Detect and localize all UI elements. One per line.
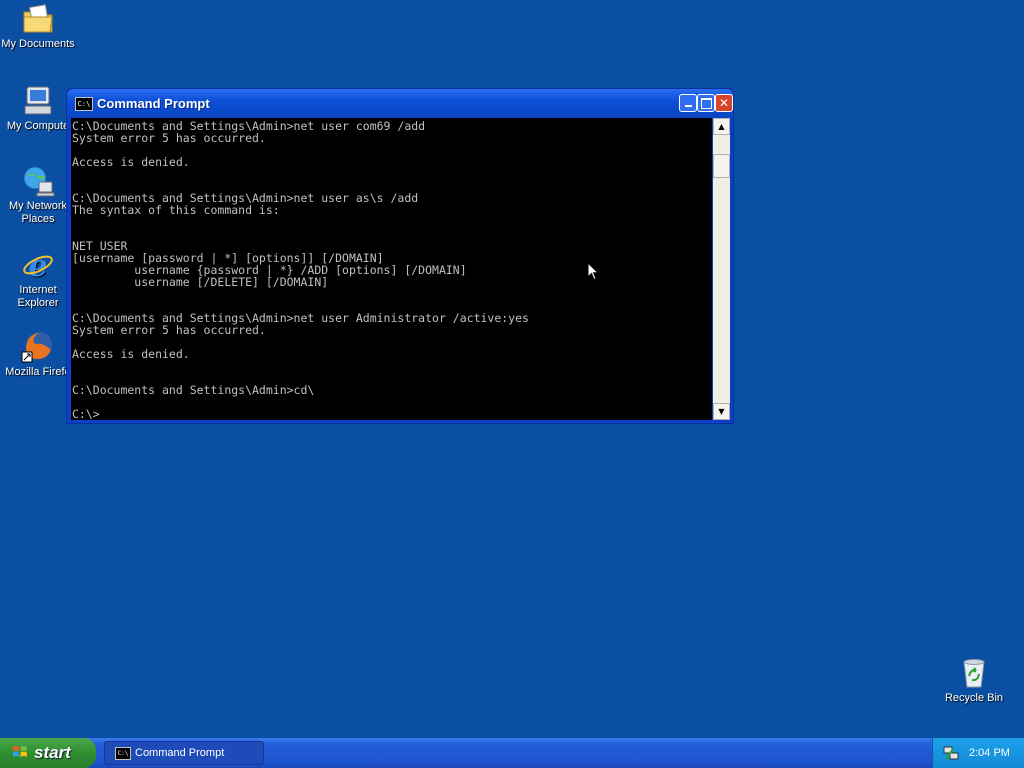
windows-flag-icon [13,746,27,757]
close-icon: ✕ [718,96,730,110]
console-line: C:\> [72,407,100,420]
vertical-scrollbar[interactable]: ▲ ▼ [713,118,730,420]
console-line: The syntax of this command is: [72,203,280,217]
scroll-up-button[interactable]: ▲ [713,118,730,135]
desktop-icon-my-computer[interactable]: My Compute [0,84,76,133]
folder-documents-icon [23,4,53,33]
start-button[interactable]: start [0,738,96,768]
console-line: System error 5 has occurred. [72,131,266,145]
title-bar[interactable]: C:\ Command Prompt ✕ [67,89,733,118]
console-line: username [/DELETE] [/DOMAIN] [72,275,329,289]
desktop-icon-label: My Compute [6,120,70,132]
desktop-icon-label: Internet Explorer [17,284,59,309]
my-computer-icon [24,86,52,115]
window-title: Command Prompt [97,96,210,111]
network-status-icon[interactable] [943,745,959,761]
down-arrow-icon: ▼ [718,407,725,416]
svg-text:e: e [28,249,47,282]
desktop-icon-network-places[interactable]: My Network Places [0,164,76,226]
scroll-thumb[interactable] [713,154,730,178]
network-places-icon [23,166,55,197]
desktop-icon-label: My Network Places [8,200,68,225]
start-label: start [34,743,71,762]
desktop-icon-internet-explorer[interactable]: e Internet Explorer [0,248,76,310]
taskbar-item-command-prompt[interactable]: C:\ Command Prompt [104,741,264,765]
desktop-icon-label: Recycle Bin [944,692,1004,704]
internet-explorer-icon: e [23,249,53,282]
console-line: Access is denied. [72,155,190,169]
command-prompt-window[interactable]: C:\ Command Prompt ✕ C:\Documents and Se… [66,88,734,424]
scroll-down-button[interactable]: ▼ [713,403,730,420]
close-button[interactable]: ✕ [715,94,733,112]
console-line: Access is denied. [72,347,190,361]
system-tray: 2:04 PM [932,738,1024,768]
desktop-icon-label: Mozilla Firefo [5,366,71,378]
recycle-bin-icon [963,659,985,688]
minimize-icon [684,105,692,107]
desktop-icon-label: My Documents [1,38,75,50]
mouse-pointer-icon [587,262,599,281]
maximize-icon [700,98,712,109]
command-prompt-icon: C:\ [75,97,93,111]
minimize-button[interactable] [679,94,697,112]
maximize-button[interactable] [697,94,715,112]
console-line: C:\Documents and Settings\Admin>cd\ [72,383,315,397]
desktop-icon-firefox[interactable]: Mozilla Firefo [0,330,76,379]
desktop-icon-recycle-bin[interactable]: Recycle Bin [936,656,1012,705]
command-prompt-icon: C:\ [115,747,131,760]
console-output[interactable]: C:\Documents and Settings\Admin>net user… [71,118,712,420]
firefox-icon [21,332,52,363]
clock[interactable]: 2:04 PM [969,738,1010,768]
console-line: System error 5 has occurred. [72,323,266,337]
taskbar: start C:\ Command Prompt 2:04 PM [0,738,1024,768]
desktop-icon-my-documents[interactable]: My Documents [0,2,76,51]
up-arrow-icon: ▲ [718,122,725,131]
taskbar-item-label: Command Prompt [135,747,225,759]
